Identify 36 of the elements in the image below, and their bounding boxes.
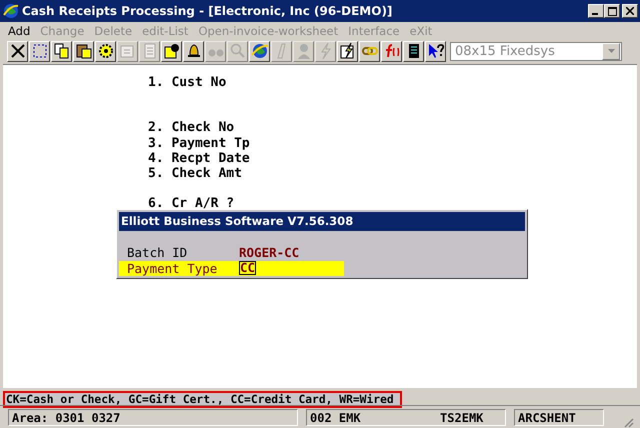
- calculator-icon[interactable]: [403, 40, 424, 62]
- field-label: 2. Check No: [148, 120, 236, 136]
- help-icon[interactable]: [425, 40, 446, 62]
- field-label: 5. Check Amt: [148, 166, 243, 182]
- dialog-row[interactable]: Batch ID ROGER-CC: [119, 245, 344, 260]
- maximize-icon: [608, 6, 616, 16]
- function-icon[interactable]: [381, 40, 402, 62]
- window-title: Cash Receipts Processing - [Electronic, Inc (96-DEMO)]: [22, 4, 394, 18]
- close-icon: [626, 7, 634, 15]
- close-icon[interactable]: [7, 40, 28, 62]
- field-label: 4. Recpt Date: [148, 150, 251, 166]
- caret-icon: [608, 49, 614, 53]
- resize-grip-icon: [622, 416, 634, 428]
- maximize-button[interactable]: [604, 4, 620, 18]
- globe-icon[interactable]: [249, 40, 270, 62]
- field-label: 1. Cust No: [148, 75, 228, 90]
- lightning-doc-icon[interactable]: [337, 40, 358, 62]
- field-label: 6. Cr A/R ?: [148, 196, 236, 212]
- link-icon[interactable]: [359, 40, 380, 62]
- select-icon[interactable]: [29, 40, 50, 62]
- status-panel: 002 EMK TS2EMK: [306, 408, 506, 426]
- globe-icon: [3, 3, 19, 19]
- copy-icon[interactable]: [51, 40, 72, 62]
- minimize-button[interactable]: [588, 4, 604, 18]
- status-panel: Area: 0301 0327: [8, 408, 298, 426]
- bell-icon[interactable]: [183, 40, 204, 62]
- status-panel: ARCSHENT: [514, 408, 604, 426]
- dialog-title: Elliott Business Software V7.56.308: [119, 212, 525, 231]
- hint-text: CK=Cash or Check, GC=Gift Cert., CC=Credit Card, WR=Wired: [3, 391, 402, 408]
- close-button[interactable]: [622, 4, 638, 18]
- gear-icon[interactable]: [95, 40, 116, 62]
- field-label: 3. Payment Tp: [148, 136, 251, 151]
- font-dropdown[interactable]: 08x15 Fixedsys: [450, 42, 622, 60]
- dialog-row[interactable]: Payment Type CC: [119, 260, 344, 276]
- menu-item[interactable]: Add: [8, 24, 30, 38]
- paste-icon[interactable]: [73, 40, 94, 62]
